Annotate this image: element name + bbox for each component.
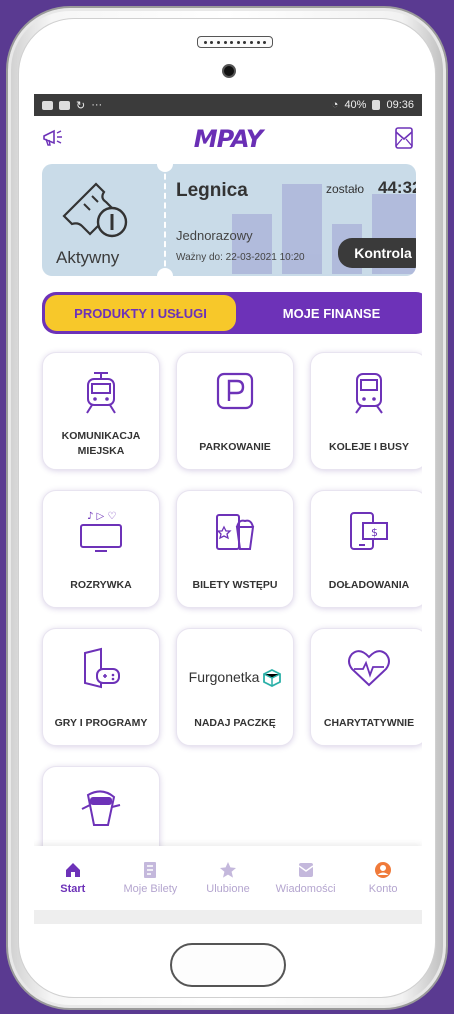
tram-icon [84, 371, 118, 415]
nav-label: Wiadomości [275, 883, 336, 895]
tile-parking[interactable]: PARKOWANIE [176, 352, 294, 470]
svg-text:♪ ▷ ♡: ♪ ▷ ♡ [87, 511, 116, 522]
sync-icon: ↻ [76, 99, 86, 112]
tile-label: GRY I PROGRAMY [54, 717, 148, 729]
tab-my-finances[interactable]: MOJE FINANSE [236, 295, 422, 331]
envelope-icon[interactable] [394, 126, 414, 155]
tile-label: KOMUNIKACJA MIEJSKA [61, 430, 141, 457]
app-header: MPAY [34, 116, 422, 162]
nav-favorites[interactable]: Ulubione [193, 861, 263, 895]
speaker-grille [197, 36, 273, 48]
tile-public-transport[interactable]: KOMUNIKACJA MIEJSKA [42, 352, 160, 470]
front-camera [222, 64, 236, 78]
section-tabs: PRODUKTY I USŁUGI MOJE FINANSE [42, 292, 422, 334]
home-button[interactable] [170, 943, 286, 987]
clock: 09:36 [386, 99, 414, 111]
ticket-perforation [164, 164, 166, 276]
home-icon [65, 863, 80, 877]
tile-entertainment[interactable]: ♪ ▷ ♡ ROZRYWKA [42, 490, 160, 608]
furgonetka-logo: Furgonetka [189, 669, 282, 688]
heart-icon [346, 647, 392, 689]
time-remaining: 44:32 [378, 178, 416, 197]
svg-text:$: $ [371, 526, 378, 539]
status-bar: ↻ ··· ◔ 40% 09:36 [34, 94, 422, 116]
nav-label: Ulubione [206, 883, 250, 895]
app-screen: ↻ ··· ◔ 40% 09:36 MPAY Aktywny Legnica z… [34, 94, 422, 924]
star-icon [219, 862, 236, 878]
nav-label: Start [60, 883, 86, 895]
tile-label: KOLEJE I BUSY [329, 441, 409, 453]
active-ticket-card[interactable]: Aktywny Legnica zostało 44:32 Jednorazow… [42, 164, 416, 276]
nav-label: Moje Bilety [123, 883, 178, 895]
tv-icon: ♪ ▷ ♡ [77, 509, 125, 553]
envelope-icon [298, 863, 313, 877]
ticket-valid-until: Ważny do: 22-03-2021 10:20 [176, 252, 305, 263]
app-logo: MPAY [193, 125, 263, 153]
train-icon [352, 371, 386, 415]
nav-my-tickets[interactable]: Moje Bilety [115, 861, 185, 895]
screen-bottom-bar [34, 910, 422, 924]
nav-start[interactable]: Start [38, 861, 108, 895]
bottom-navigation: Start Moje Bilety Ulubione Wiadomości Ko… [34, 846, 422, 910]
control-button[interactable]: Kontrola [338, 238, 416, 268]
tile-charity[interactable]: CHARYTATYWNIE [310, 628, 422, 746]
tile-admission-tickets[interactable]: BILETY WSTĘPU [176, 490, 294, 608]
tile-label: CHARYTATYWNIE [323, 717, 415, 729]
tab-products-services[interactable]: PRODUKTY I USŁUGI [45, 295, 236, 331]
wifi-icon: ◔ [331, 99, 339, 111]
megaphone-icon[interactable] [42, 128, 64, 153]
gallery-icon [42, 100, 53, 110]
tile-games-programs[interactable]: GRY I PROGRAMY [42, 628, 160, 746]
time-remaining-label: zostało [326, 182, 365, 196]
tile-trains-buses[interactable]: KOLEJE I BUSY [310, 352, 422, 470]
battery-level: 40% [344, 99, 367, 111]
phone-topup-icon: $ [347, 509, 391, 553]
tickets-icon [144, 862, 157, 878]
battery-icon [372, 100, 381, 110]
ticket-icon [60, 178, 134, 249]
ticket-city: Legnica [176, 180, 248, 201]
ticket-type: Jednorazowy [176, 228, 253, 243]
services-grid: KOMUNIKACJA MIEJSKA PARKOWANIE KOLEJE I … [42, 352, 422, 884]
tile-topups[interactable]: $ DOŁADOWANIA [310, 490, 422, 608]
tile-label: PARKOWANIE [199, 441, 271, 453]
tile-label: BILETY WSTĘPU [192, 579, 278, 591]
tile-label: NADAJ PACZKĘ [194, 717, 276, 729]
user-icon [375, 862, 392, 878]
more-notifications: ··· [91, 99, 103, 111]
ticket-status: Aktywny [56, 248, 120, 267]
game-icon [79, 647, 123, 691]
ticket-popcorn-icon [213, 509, 257, 553]
tile-label: DOŁADOWANIA [328, 579, 410, 591]
tile-label: ROZRYWKA [70, 579, 132, 591]
mascot-icon [76, 785, 126, 829]
parking-icon [215, 371, 255, 411]
nav-messages[interactable]: Wiadomości [271, 861, 341, 895]
nav-label: Konto [368, 883, 398, 895]
tile-send-parcel[interactable]: Furgonetka NADAJ PACZKĘ [176, 628, 294, 746]
nav-account[interactable]: Konto [348, 861, 418, 895]
chat-icon [59, 100, 70, 110]
